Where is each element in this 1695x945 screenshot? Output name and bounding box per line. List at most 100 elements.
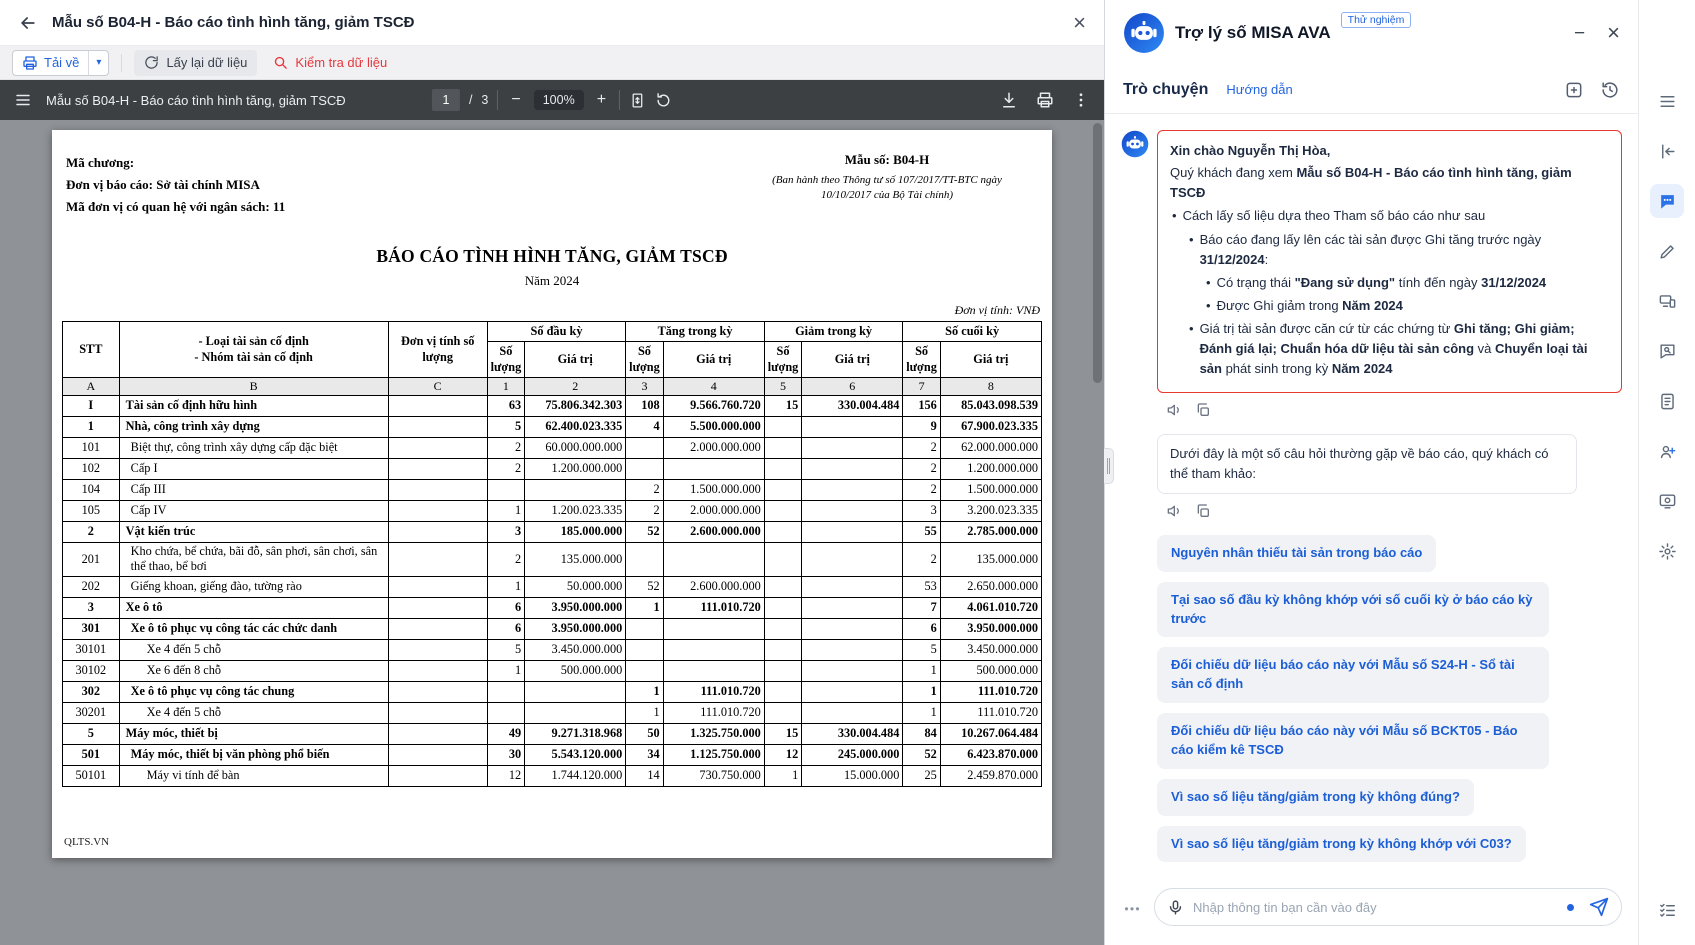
document-title: BÁO CÁO TÌNH HÌNH TĂNG, GIẢM TSCĐ [62,246,1042,267]
magnifier-icon [273,55,288,70]
refresh-label: Lấy lại dữ liệu [166,55,247,70]
suggested-question-chip[interactable]: Vì sao số liệu tăng/giảm trong kỳ không … [1157,826,1526,863]
suggested-question-chip[interactable]: Đối chiếu dữ liệu báo cáo này với Mẫu số… [1157,647,1549,703]
table-letter-row: ABC12345678 [63,378,1042,396]
document-header: Mã chương: Đơn vị báo cáo: Sở tài chính … [62,152,1042,222]
report-close-button[interactable]: × [1073,12,1086,34]
suggested-question-chip[interactable]: Vì sao số liệu tăng/giảm trong kỳ không … [1157,779,1474,816]
pdf-more-button[interactable] [1072,91,1090,109]
subheader-qty: Số lượng [903,342,940,378]
chat-tool-button[interactable] [1650,184,1684,218]
mic-button[interactable] [1167,899,1184,916]
check-data-button[interactable]: Kiểm tra dữ liệu [273,55,387,70]
chat-input-container[interactable] [1154,888,1622,926]
app-root: Mẫu số B04-H - Báo cáo tình hình tăng, g… [0,0,1695,945]
pdf-download-button[interactable] [1000,91,1018,109]
toolbar-menu-button[interactable] [1650,84,1684,118]
table-row: 50101Máy vi tính để bàn121.744.120.00014… [63,765,1042,786]
menu-icon [14,91,32,109]
letter-cell: 4 [663,378,764,396]
checklist-tool-button[interactable] [1650,893,1684,927]
settings-button[interactable] [1650,534,1684,568]
column-header-stt: STT [63,322,120,378]
rotate-button[interactable] [655,92,672,109]
suggested-question-chip[interactable]: Tại sao số đầu kỳ không khớp với số cuối… [1157,582,1549,638]
zoom-out-button[interactable]: − [507,91,524,109]
caret-down-icon[interactable]: ▾ [88,51,108,75]
beta-badge: Thử nghiệm [1341,12,1412,28]
send-button[interactable] [1589,897,1609,917]
refresh-data-button[interactable]: Lấy lại dữ liệu [134,50,257,76]
pdf-page-zoom-controls: / 3 − 100% + [432,89,672,111]
assistant-title: Trợ lý số MISA AVA [1175,23,1331,43]
guide-link[interactable]: Hướng dẫn [1226,82,1292,97]
tab-chat[interactable]: Trò chuyện [1123,81,1208,99]
read-aloud-button[interactable] [1167,402,1183,418]
form-number: Mẫu số: B04-H [746,152,1028,168]
letter-cell: A [63,378,120,396]
refresh-icon [144,55,159,70]
table-row: 102Cấp I21.200.000.00021.200.000.000 [63,459,1042,480]
back-button[interactable] [18,13,38,33]
column-header-increase: Tăng trong kỳ [626,322,765,342]
report-table-body: ITài sản cố định hữu hình6375.806.342.30… [63,396,1042,787]
rotate-icon [655,92,672,109]
report-viewer-pane: Mẫu số B04-H - Báo cáo tình hình tăng, g… [0,0,1105,945]
fit-page-button[interactable] [629,92,646,109]
screen-record-icon [1658,492,1677,511]
pdf-scrollbar-thumb[interactable] [1093,123,1102,383]
read-aloud-button[interactable] [1167,503,1183,519]
download-split-button[interactable]: Tải về ▾ [12,50,109,76]
message-actions [1167,402,1622,418]
issued-note: (Ban hành theo Thông tư số 107/2017/TT-B… [746,173,1028,204]
greeting-line: Xin chào Nguyễn Thị Hòa, [1170,141,1609,161]
letter-cell: C [388,378,487,396]
assistant-panel: Trợ lý số MISA AVA Thử nghiệm − × Trò ch… [1105,0,1695,945]
intro-line: Quý khách đang xem Mẫu số B04-H - Báo cá… [1170,163,1609,203]
table-row: 3Xe ô tô63.950.000.0001111.010.72074.061… [63,597,1042,618]
more-vert-icon [1072,91,1090,109]
search-chat-tool-button[interactable] [1650,334,1684,368]
screen-record-tool-button[interactable] [1650,484,1684,518]
suggested-question-chip[interactable]: Đối chiếu dữ liệu báo cáo này với Mẫu số… [1157,713,1549,769]
more-options-button[interactable] [1121,896,1143,918]
new-chat-button[interactable] [1564,80,1584,100]
letter-cell: 3 [626,378,663,396]
edit-tool-button[interactable] [1650,234,1684,268]
table-row: 105Cấp IV11.200.023.33522.000.000.00033.… [63,501,1042,522]
message1-bullets: •Cách lấy số liệu dựa theo Tham số báo c… [1170,206,1609,379]
bullet-item: •Được Ghi giảm trong Năm 2024 [1206,296,1609,316]
subheader-qty: Số lượng [626,342,663,378]
note-tool-button[interactable] [1650,384,1684,418]
bullet-item: •Cách lấy số liệu dựa theo Tham số báo c… [1172,206,1609,226]
copy-button[interactable] [1195,503,1211,519]
printer-icon [22,55,38,71]
report-title: Mẫu số B04-H - Báo cáo tình hình tăng, g… [52,14,415,31]
zoom-level: 100% [534,90,584,110]
history-button[interactable] [1600,80,1620,100]
zoom-in-button[interactable]: + [593,91,610,109]
column-header-decrease: Giảm trong kỳ [764,322,903,342]
collapse-panel-button[interactable] [1650,134,1684,168]
minimize-button[interactable]: − [1574,24,1585,43]
more-horizontal-icon [1121,896,1143,918]
panel-resize-handle[interactable] [1104,448,1114,484]
chat-input[interactable] [1193,900,1558,915]
add-user-tool-button[interactable] [1650,434,1684,468]
page-total: 3 [481,93,488,107]
new-chat-icon [1564,80,1584,100]
mic-icon [1167,899,1184,916]
download-label: Tải về [44,55,79,70]
pdf-print-button[interactable] [1036,91,1054,109]
devices-tool-button[interactable] [1650,284,1684,318]
assistant-subheader: Trò chuyện Hướng dẫn [1105,66,1638,114]
assistant-content: Trợ lý số MISA AVA Thử nghiệm − × Trò ch… [1105,0,1638,945]
suggested-question-chip[interactable]: Nguyên nhân thiếu tài sản trong báo cáo [1157,535,1436,572]
arrow-left-icon [18,13,38,33]
assistant-close-button[interactable]: × [1607,22,1620,44]
page-number-input[interactable] [432,89,460,111]
copy-button[interactable] [1195,402,1211,418]
pdf-menu-button[interactable] [14,91,32,109]
table-row: 1Nhà, công trình xây dựng562.400.023.335… [63,417,1042,438]
asset-type-line2: - Nhóm tài sản cố định [122,350,386,365]
